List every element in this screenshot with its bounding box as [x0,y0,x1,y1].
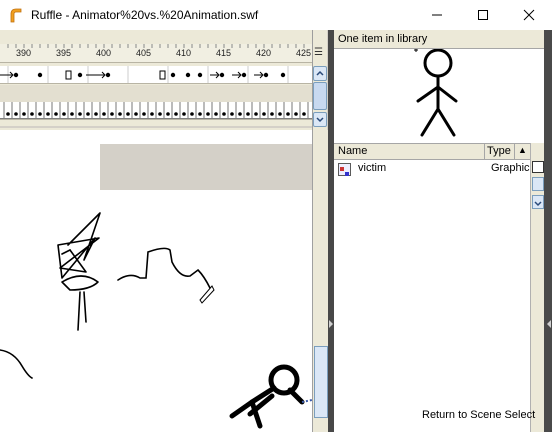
stage-top-strip [0,130,312,190]
timeline-layer-row[interactable] [0,66,312,84]
library-column-headers: Name Type ▲ [334,143,530,160]
library-header: One item in library [334,30,544,49]
library-preview [334,48,534,139]
stage-canvas[interactable] [0,190,312,432]
library-panel: One item in library Name Type ▲ victim G… [334,30,545,432]
frame-tick: 405 [136,48,152,58]
chevron-down-icon [316,117,324,123]
graphic-symbol-icon [338,163,351,176]
close-button[interactable] [506,0,552,30]
scribble-figure [57,212,101,331]
timeline-panel: 390 395 400 405 410 415 420 425 [0,30,312,126]
library-item-name: victim [358,162,387,174]
return-to-scene-select-link[interactable]: Return to Scene Select [422,409,535,421]
stage-scroll-thumb[interactable] [314,346,328,418]
library-scroll-up[interactable] [532,177,544,191]
maximize-icon [478,10,488,20]
scroll-down-button[interactable] [313,112,327,127]
keyframe-track [0,66,289,83]
timeline-layer-row[interactable] [0,85,312,103]
frame-tick: 425 [296,48,312,58]
chevron-down-icon [534,201,542,207]
scroll-thumb[interactable] [313,82,327,110]
right-panel-strip [544,30,552,432]
stage-vscrollbar[interactable] [312,130,329,432]
frame-tick: 415 [216,48,232,58]
minimize-button[interactable] [414,0,460,30]
timeline-divider [0,118,312,119]
chevron-up-icon [316,70,324,76]
timeline-vscrollbar[interactable]: ☰ [312,30,327,130]
partial-circle [0,349,33,379]
flash-authoring-view: 390 395 400 405 410 415 420 425 ☰ One it… [0,30,552,432]
stage-drawing [0,212,312,429]
keyframe-track [3,102,309,119]
timeline-menu-icon[interactable]: ☰ [314,47,323,58]
frame-tick: 395 [56,48,72,58]
minimize-icon [432,14,442,16]
frame-tick: 410 [176,48,192,58]
library-item[interactable]: victim Graphic [334,160,530,177]
library-button-new[interactable] [532,161,544,173]
window-title: Ruffle - Animator%20vs.%20Animation.swf [31,8,259,22]
ruler-ticks [7,44,305,48]
scroll-up-button[interactable] [313,66,327,81]
library-item-type: Graphic [491,162,530,174]
collapse-arrow-icon[interactable] [545,318,552,330]
wave-line [117,247,211,289]
ruffle-logo-icon [9,7,23,23]
frame-tick: 390 [16,48,32,58]
sort-up-icon[interactable]: ▲ [518,145,527,155]
pencil-icon [199,285,215,304]
frame-tick: 420 [256,48,272,58]
victim-preview-figure [414,48,458,137]
library-vscrollbar[interactable] [530,143,545,432]
library-item-count: One item in library [338,33,428,45]
window-titlebar: Ruffle - Animator%20vs.%20Animation.swf [0,0,552,30]
frame-tick: 400 [96,48,112,58]
column-type[interactable]: Type [487,145,511,157]
maximize-button[interactable] [460,0,506,30]
running-stick-figure [229,364,305,429]
column-name[interactable]: Name [338,145,367,157]
close-icon [523,9,535,21]
library-scroll-down[interactable] [532,195,544,209]
